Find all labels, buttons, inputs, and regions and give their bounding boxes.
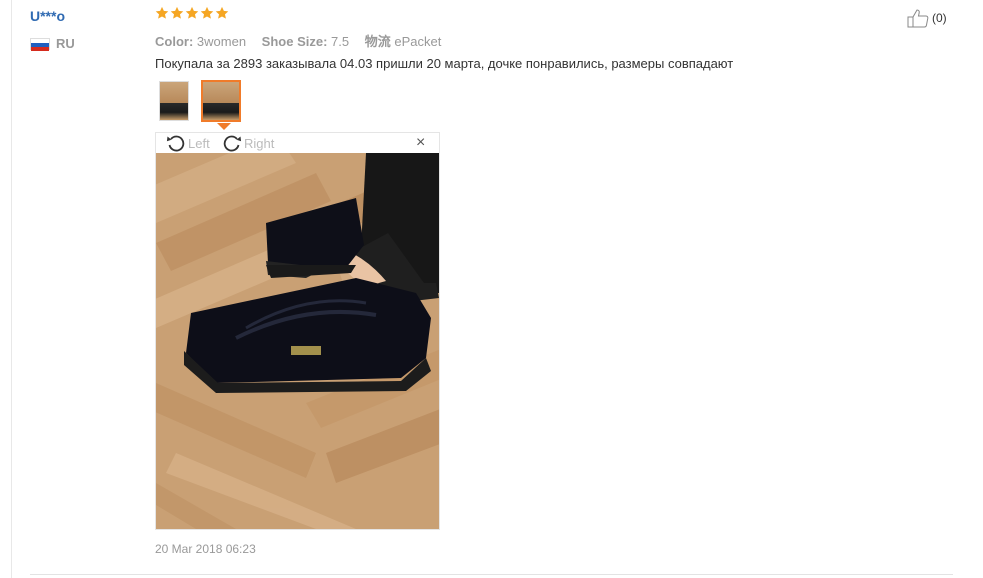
reviewer-country: RU xyxy=(30,36,75,51)
star-icon xyxy=(185,6,199,20)
star-icon xyxy=(215,6,229,20)
rotate-left-icon xyxy=(166,134,188,152)
bottom-divider xyxy=(30,574,953,575)
russia-flag-icon xyxy=(30,37,50,51)
star-icon xyxy=(200,6,214,20)
country-code: RU xyxy=(56,36,75,51)
star-rating xyxy=(155,6,230,20)
photo-thumbnails xyxy=(159,80,253,122)
rotate-right-label: Right xyxy=(244,135,275,151)
thumbs-up-icon xyxy=(906,8,932,28)
review-date: 20 Mar 2018 06:23 xyxy=(155,542,256,556)
left-divider xyxy=(11,0,12,578)
order-attributes: Color: 3women Shoe Size: 7.5 物流 ePacket xyxy=(155,31,453,50)
photo-viewer-toolbar: Left Right × xyxy=(156,133,439,153)
rotate-left-button[interactable]: Left xyxy=(166,134,210,152)
review-text: Покупала за 2893 заказывала 04.03 пришли… xyxy=(155,56,734,71)
attr-size-value: 7.5 xyxy=(331,34,350,49)
rotate-right-button[interactable]: Right xyxy=(222,134,274,152)
active-thumbnail-pointer xyxy=(217,123,231,130)
star-icon xyxy=(155,6,169,20)
attr-color-label: Color: xyxy=(155,34,194,49)
helpful-count: (0) xyxy=(932,11,947,25)
close-icon[interactable]: × xyxy=(416,134,425,152)
attr-shipping-label: 物流 xyxy=(364,34,391,49)
attr-size-label: Shoe Size: xyxy=(261,34,328,49)
rotate-right-icon xyxy=(222,134,244,152)
photo-thumbnail-active[interactable] xyxy=(201,80,241,122)
reviewer-name[interactable]: U***o xyxy=(30,8,65,24)
attr-color-value: 3women xyxy=(196,34,247,49)
attr-shipping-value: ePacket xyxy=(394,34,442,49)
photo-thumbnail[interactable] xyxy=(159,81,189,121)
photo-viewer: Left Right × xyxy=(155,132,440,530)
review-photo xyxy=(156,153,439,529)
rotate-left-label: Left xyxy=(188,135,210,151)
star-icon xyxy=(170,6,184,20)
helpful-button[interactable]: (0) xyxy=(906,8,947,28)
